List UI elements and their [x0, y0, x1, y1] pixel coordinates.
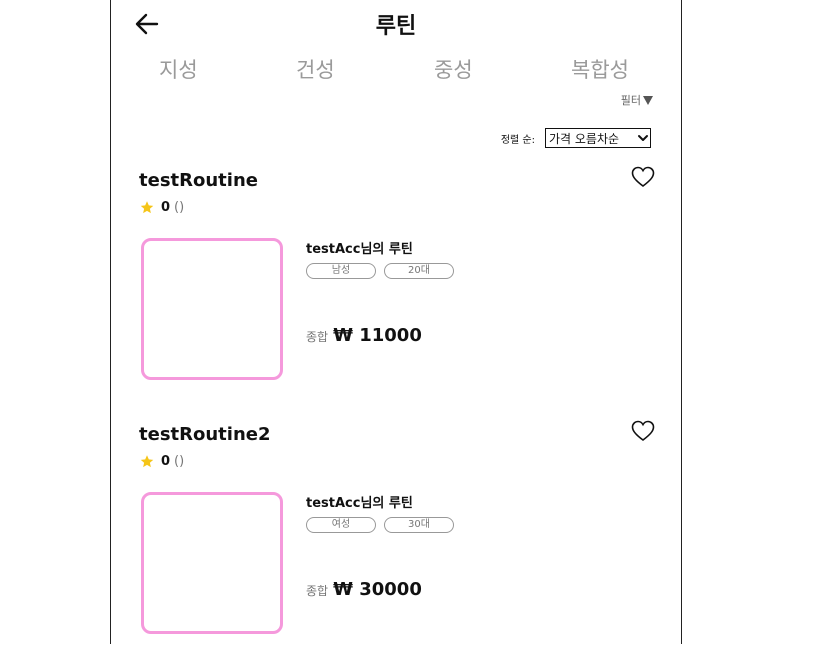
skin-type-tabs: 지성 건성 중성 복합성 [111, 54, 681, 86]
price-label: 종합 [306, 330, 329, 344]
routine-title[interactable]: testRoutine [139, 170, 258, 191]
star-icon [140, 455, 154, 468]
sort-select[interactable]: 가격 오름차순 [545, 128, 651, 148]
routine-title[interactable]: testRoutine2 [139, 424, 271, 445]
price-row: 종합 ₩ 30000 [306, 579, 422, 600]
sort-selected-value: 가격 오름차순 [549, 131, 620, 146]
routine-author: testAcc님의 루틴 [306, 496, 413, 511]
price-value: ₩ 11000 [333, 325, 422, 346]
tab-dry[interactable]: 건성 [296, 54, 335, 84]
price-label: 종합 [306, 584, 329, 598]
routine-card[interactable]: testRoutine 0 () testAcc님의 루틴 남성 20대 종합 … [139, 166, 659, 400]
filter-label: 필터 [620, 94, 641, 107]
rating: 0 () [139, 454, 184, 469]
chevron-down-icon [638, 135, 648, 141]
triangle-down-icon [643, 96, 653, 105]
routine-author: testAcc님의 루틴 [306, 242, 413, 257]
rating: 0 () [139, 200, 184, 215]
star-icon [140, 201, 154, 214]
rating-count: () [174, 454, 185, 469]
rating-count: () [174, 200, 185, 215]
heart-icon[interactable] [631, 166, 655, 188]
price-value: ₩ 30000 [333, 579, 422, 600]
tab-oily[interactable]: 지성 [159, 54, 198, 84]
routine-thumbnail[interactable] [141, 492, 283, 634]
tab-combination[interactable]: 복합성 [571, 54, 629, 84]
routine-card[interactable]: testRoutine2 0 () testAcc님의 루틴 여성 30대 종합… [139, 420, 659, 654]
tag-list: 여성 30대 [306, 517, 454, 533]
price-row: 종합 ₩ 11000 [306, 325, 422, 346]
app-frame: 루틴 지성 건성 중성 복합성 필터 정렬 순: 가격 오름차순 testRou… [110, 0, 682, 644]
tab-normal[interactable]: 중성 [434, 54, 473, 84]
sort-label: 정렬 순: [500, 134, 535, 146]
rating-score: 0 [161, 200, 171, 215]
tag-gender: 남성 [306, 263, 376, 279]
page-title: 루틴 [375, 14, 417, 39]
heart-icon[interactable] [631, 420, 655, 442]
tag-gender: 여성 [306, 517, 376, 533]
sort-row: 정렬 순: 가격 오름차순 [501, 128, 651, 148]
rating-score: 0 [161, 454, 171, 469]
tag-age: 30대 [384, 517, 454, 533]
routine-thumbnail[interactable] [141, 238, 283, 380]
tag-list: 남성 20대 [306, 263, 454, 279]
filter-button[interactable]: 필터 [621, 92, 653, 108]
tag-age: 20대 [384, 263, 454, 279]
